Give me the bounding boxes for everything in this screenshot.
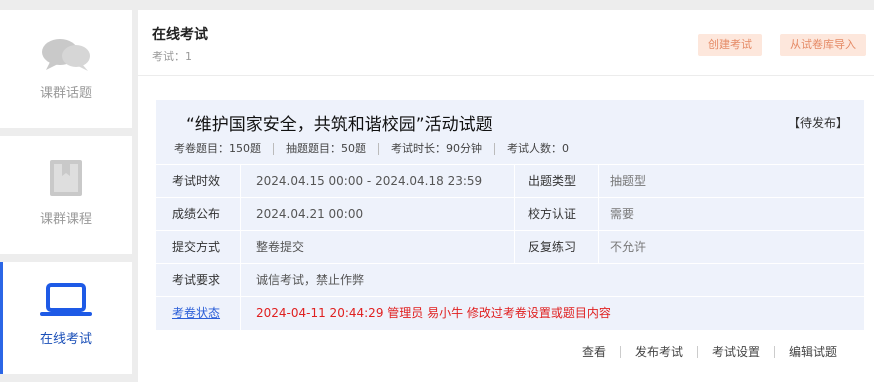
paper-status-value: 2024-04-11 20:44:29 管理员 易小牛 修改过考卷设置或题目内容 (256, 306, 611, 320)
stat-drawn-questions: 抽题题目：50题 (273, 143, 378, 155)
exam-time-label: 考试时效 (172, 174, 221, 188)
repeat-practice-label: 反复练习 (528, 240, 577, 254)
exam-settings-button[interactable]: 考试设置 (697, 346, 774, 358)
sidebar-item-courses[interactable]: 课群课程 (0, 136, 132, 254)
question-type-value: 抽题型 (610, 174, 647, 188)
publish-exam-button[interactable]: 发布考试 (620, 346, 697, 358)
exam-count-value: 1 (185, 50, 192, 63)
create-exam-button[interactable]: 创建考试 (698, 34, 762, 56)
stat-total-questions: 考卷题目：150题 (174, 142, 261, 155)
school-auth-label: 校方认证 (528, 207, 577, 221)
table-row: 考试时效 2024.04.15 00:00 - 2024.04.18 23:59… (156, 164, 864, 198)
stat-participants: 考试人数：0 (494, 143, 581, 155)
sidebar-item-online-exam[interactable]: 在线考试 (0, 262, 132, 374)
table-row: 考试要求 诚信考试，禁止作弊 (156, 263, 864, 297)
sidebar: 课群话题 课群课程 在线考试 (0, 0, 132, 382)
exam-title: “维护国家安全，共筑和谐校园”活动试题 (186, 115, 493, 135)
submit-method-value: 整卷提交 (256, 240, 305, 254)
table-row: 考卷状态 2024-04-11 20:44:29 管理员 易小牛 修改过考卷设置… (156, 296, 864, 330)
chat-bubbles-icon (42, 39, 90, 71)
import-from-bank-button[interactable]: 从试卷库导入 (780, 34, 866, 56)
exam-stats: 考卷题目：150题 抽题题目：50题 考试时长：90分钟 考试人数：0 (174, 140, 581, 158)
book-icon (50, 160, 82, 196)
stat-duration: 考试时长：90分钟 (378, 143, 494, 155)
status-badge: 【待发布】 (787, 116, 848, 130)
exam-requirement-value: 诚信考试，禁止作弊 (256, 273, 365, 287)
exam-actions: 查看 发布考试 考试设置 编辑试题 (568, 344, 851, 360)
school-auth-value: 需要 (610, 207, 635, 221)
edit-questions-button[interactable]: 编辑试题 (774, 346, 851, 358)
sidebar-item-label: 课群课程 (39, 212, 92, 227)
laptop-icon (40, 283, 92, 316)
sidebar-item-label: 在线考试 (39, 332, 92, 347)
question-type-label: 出题类型 (528, 174, 577, 188)
exam-requirement-label: 考试要求 (172, 273, 221, 287)
table-row: 成绩公布 2024.04.21 00:00 校方认证 需要 (156, 197, 864, 231)
sidebar-item-label: 课群话题 (39, 86, 92, 101)
score-publish-label: 成绩公布 (172, 207, 221, 221)
page-header: 在线考试 考试：1 创建考试 从试卷库导入 (138, 10, 874, 76)
main-panel: 在线考试 考试：1 创建考试 从试卷库导入 “维护国家安全，共筑和谐校园”活动试… (138, 10, 874, 382)
table-row: 提交方式 整卷提交 反复练习 不允许 (156, 230, 864, 264)
repeat-practice-value: 不允许 (610, 240, 647, 254)
score-publish-value: 2024.04.21 00:00 (256, 207, 364, 221)
paper-status-link[interactable]: 考卷状态 (156, 297, 240, 330)
sidebar-item-topics[interactable]: 课群话题 (0, 10, 132, 128)
submit-method-label: 提交方式 (172, 240, 221, 254)
exam-card: “维护国家安全，共筑和谐校园”活动试题 【待发布】 考卷题目：150题 抽题题目… (156, 100, 864, 330)
view-button[interactable]: 查看 (568, 346, 620, 358)
exam-time-value: 2024.04.15 00:00 - 2024.04.18 23:59 (256, 174, 483, 188)
exam-count: 考试：1 (152, 48, 192, 64)
page-title: 在线考试 (152, 27, 208, 43)
exam-count-label: 考试： (152, 50, 185, 63)
